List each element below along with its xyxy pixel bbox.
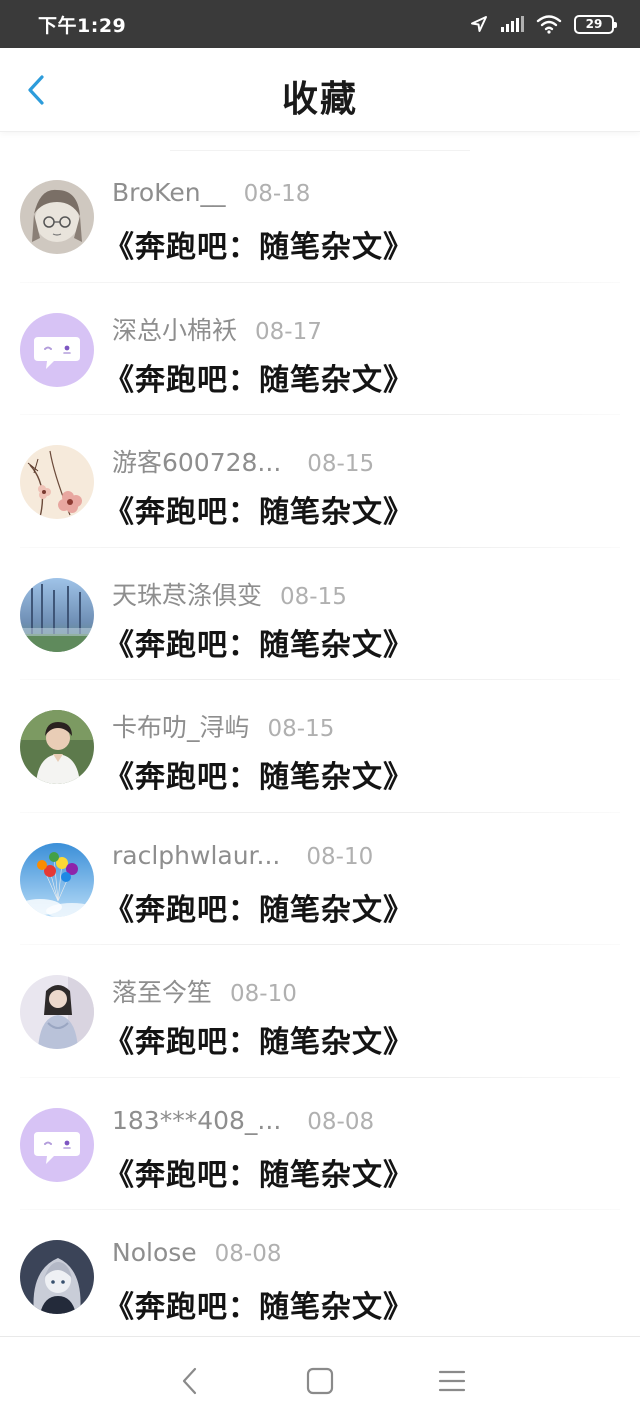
post-title[interactable]: 《奔跑吧：随笔杂文》	[104, 752, 414, 796]
nav-menu-button[interactable]	[430, 1359, 474, 1403]
menu-icon	[438, 1370, 466, 1392]
flower-avatar[interactable]	[20, 445, 94, 519]
item-date: 08-10	[230, 981, 297, 1007]
post-title[interactable]: 《奔跑吧：随笔杂文》	[104, 355, 414, 399]
battery-level: 29	[585, 17, 603, 31]
anime-avatar[interactable]	[20, 1240, 94, 1314]
girl-photo-avatar[interactable]	[20, 975, 94, 1049]
forest-avatar[interactable]	[20, 577, 94, 652]
list-item[interactable]: Nolose 08-08 《奔跑吧：随笔杂文》	[0, 1210, 640, 1343]
item-date: 08-08	[307, 1108, 375, 1135]
nav-header: 收藏	[0, 48, 640, 132]
list-item[interactable]: 183***408_... 08-08 《奔跑吧：随笔杂文》	[0, 1078, 640, 1210]
list-item[interactable]: 天珠荩涤俱变 08-15 《奔跑吧：随笔杂文》	[0, 548, 640, 680]
favorites-list: BroKen__ 08-18 《奔跑吧：随笔杂文》 深总小棉袄 08-17 《奔…	[0, 150, 640, 1343]
list-item[interactable]: 游客600728... 08-15 《奔跑吧：随笔杂文》	[0, 415, 640, 548]
item-meta: 卡布叻_浔屿 08-15	[112, 708, 334, 744]
item-date: 08-15	[280, 583, 347, 610]
post-title[interactable]: 《奔跑吧：随笔杂文》	[104, 222, 414, 266]
chat-bubble-avatar[interactable]	[20, 1107, 94, 1182]
page-title: 收藏	[281, 79, 358, 120]
item-meta: raclphwlaur... 08-10	[112, 841, 373, 870]
post-title[interactable]: 《奔跑吧：随笔杂文》	[104, 885, 414, 929]
username[interactable]: 游客600728...	[112, 443, 281, 479]
post-title[interactable]: 《奔跑吧：随笔杂文》	[104, 1150, 414, 1194]
item-date: 08-15	[307, 451, 375, 477]
item-date: 08-10	[306, 843, 374, 870]
square-icon	[306, 1367, 334, 1395]
status-bar: 下午1:29 29	[0, 0, 640, 48]
post-title[interactable]: 《奔跑吧：随笔杂文》	[104, 620, 414, 664]
username[interactable]: raclphwlaur...	[112, 841, 280, 870]
list-item[interactable]: BroKen__ 08-18 《奔跑吧：随笔杂文》	[0, 150, 640, 283]
username[interactable]: BroKen__	[112, 178, 226, 207]
chevron-left-icon	[182, 1367, 197, 1395]
chat-bubble-avatar[interactable]	[20, 312, 94, 387]
username[interactable]: 深总小棉袄	[112, 311, 237, 347]
item-meta: 深总小棉袄 08-17	[112, 311, 322, 347]
list-item[interactable]: 落至今笙 08-10 《奔跑吧：随笔杂文》	[0, 945, 640, 1078]
nav-home-button[interactable]	[298, 1359, 342, 1403]
wifi-icon	[536, 15, 562, 34]
post-title[interactable]: 《奔跑吧：随笔杂文》	[104, 1282, 414, 1326]
location-arrow-icon	[471, 16, 487, 32]
username[interactable]: Nolose	[112, 1238, 197, 1267]
list-item[interactable]: raclphwlaur... 08-10 《奔跑吧：随笔杂文》	[0, 813, 640, 945]
nav-back-button[interactable]	[168, 1359, 212, 1403]
list-item[interactable]: 深总小棉袄 08-17 《奔跑吧：随笔杂文》	[0, 283, 640, 415]
status-time: 下午1:29	[38, 14, 127, 37]
item-meta: 游客600728... 08-15	[112, 443, 374, 479]
sketch-girl-avatar[interactable]	[20, 180, 94, 254]
item-date: 08-18	[243, 181, 311, 207]
person-avatar[interactable]	[20, 710, 94, 784]
post-title[interactable]: 《奔跑吧：随笔杂文》	[104, 1017, 414, 1061]
username[interactable]: 卡布叻_浔屿	[112, 708, 250, 744]
item-meta: 落至今笙 08-10	[112, 973, 297, 1009]
username[interactable]: 落至今笙	[112, 973, 212, 1009]
username[interactable]: 183***408_...	[112, 1106, 281, 1135]
item-meta: 天珠荩涤俱变 08-15	[112, 576, 347, 612]
item-meta: Nolose 08-08	[112, 1238, 282, 1267]
signal-icon	[501, 16, 524, 32]
item-date: 08-17	[255, 318, 322, 345]
battery-icon: 29	[574, 14, 617, 34]
balloons-avatar[interactable]	[20, 842, 94, 917]
post-title[interactable]: 《奔跑吧：随笔杂文》	[104, 487, 414, 531]
list-item[interactable]: 卡布叻_浔屿 08-15 《奔跑吧：随笔杂文》	[0, 680, 640, 813]
status-icons: 29	[470, 14, 617, 34]
item-meta: 183***408_... 08-08	[112, 1106, 374, 1135]
username[interactable]: 天珠荩涤俱变	[112, 576, 262, 612]
item-date: 08-08	[214, 1241, 282, 1267]
item-date: 08-15	[267, 716, 335, 742]
system-nav-bar	[0, 1336, 640, 1422]
item-meta: BroKen__ 08-18	[112, 178, 310, 207]
